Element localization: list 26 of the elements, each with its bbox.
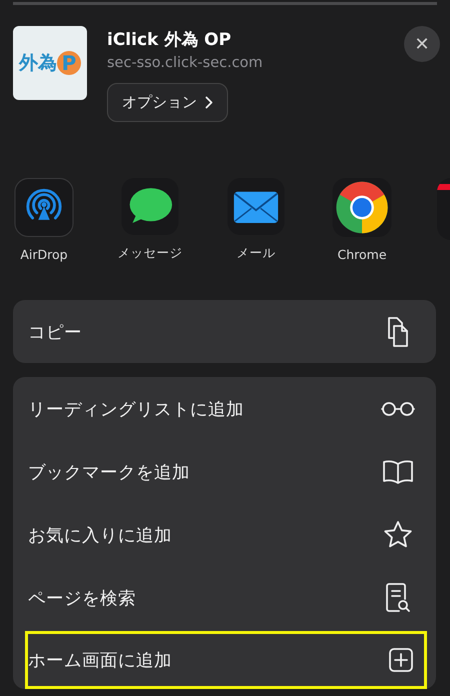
browser-icon[interactable] [331,178,393,237]
star-icon [383,520,413,550]
page-title: iClick 外為 OP [107,29,232,51]
close-button[interactable]: ✕ [404,26,440,62]
action-item[interactable]: リーディングリストに追加 [13,377,436,440]
chevron-icon [205,96,213,109]
app-label: AirDrop [20,247,68,262]
action-item[interactable]: お気に入りに追加 [13,503,436,566]
action-item[interactable]: ページを検索 [13,566,436,629]
logo-text: 外為 [19,51,57,76]
action-item[interactable]: ブックマークを追加 [13,440,436,503]
add-square-icon [388,647,414,673]
logo-letter: P [57,51,81,75]
page-search-icon [385,582,411,614]
app-label: メール [236,245,276,262]
chat-bubble-icon[interactable] [119,178,181,235]
options-button[interactable]: オプション [107,83,228,122]
book-icon [382,458,414,484]
action-item[interactable]: コピー [13,300,436,363]
airdrop-icon[interactable] [13,178,75,237]
envelope-icon[interactable] [225,178,287,235]
page-url: sec-sso.click-sec.com [107,55,263,71]
app-label: メッセージ [118,245,182,262]
action-item[interactable]: ホーム画面に追加 [25,631,427,689]
app-label: Chrome [337,247,387,262]
glasses-icon [381,400,415,416]
